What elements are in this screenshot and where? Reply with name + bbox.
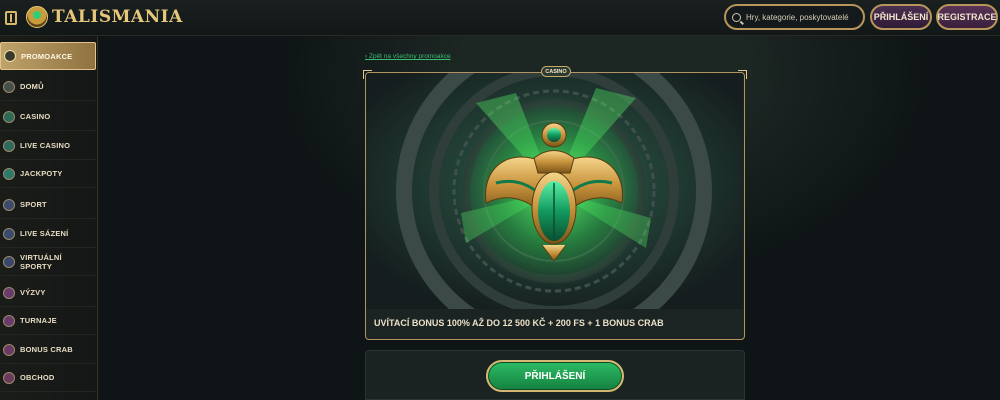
sidebar-item-turnaje[interactable]: TURNAJE — [0, 307, 96, 335]
search-box[interactable] — [724, 4, 865, 30]
top-bar: TALISMANIA PŘIHLÁŠENÍ REGISTRACE — [0, 0, 1000, 36]
promo-icon — [4, 50, 16, 62]
login-button[interactable]: PŘIHLÁŠENÍ — [870, 4, 932, 30]
sport-icon — [3, 198, 15, 211]
search-icon — [732, 12, 741, 22]
category-badge: CASINO — [541, 66, 571, 77]
challenges-icon — [3, 286, 15, 299]
casino-icon — [3, 110, 15, 123]
search-input[interactable] — [746, 12, 863, 22]
logo[interactable]: TALISMANIA — [26, 6, 183, 28]
sidebar-item-label: DOMŮ — [20, 82, 44, 91]
tournaments-icon — [3, 314, 15, 327]
sidebar-item-label: VIRTUÁLNÍ SPORTY — [20, 252, 62, 271]
logo-emblem-icon — [26, 6, 48, 28]
live-casino-icon — [3, 139, 15, 152]
sidebar: PROMOAKCE DOMŮ CASINO LIVE CASINO JACKPO… — [0, 36, 98, 400]
home-icon — [3, 80, 15, 93]
sidebar-item-label: LIVE SÁZENÍ — [20, 229, 69, 238]
menu-toggle-icon[interactable] — [5, 11, 17, 25]
register-button[interactable]: REGISTRACE — [936, 4, 998, 30]
card-corner-decoration — [363, 70, 372, 79]
sidebar-item-bonus-crab[interactable]: BONUS CRAB — [0, 336, 96, 364]
sidebar-item-sport[interactable]: SPORT — [0, 191, 96, 219]
sidebar-item-label: JACKPOTY — [20, 169, 63, 178]
sidebar-item-label: PROMOAKCE — [21, 51, 73, 61]
promo-image — [366, 73, 743, 309]
back-to-promotions-link[interactable]: ‹ Zpět na všechny promoakce — [365, 53, 451, 60]
sidebar-item-live-casino[interactable]: LIVE CASINO — [0, 132, 96, 160]
bonus-crab-icon — [3, 343, 15, 356]
sidebar-item-live-sazeni[interactable]: LIVE SÁZENÍ — [0, 220, 96, 248]
shop-icon — [3, 371, 15, 384]
sidebar-item-label: LIVE CASINO — [20, 141, 71, 150]
sidebar-item-label: VÝZVY — [20, 288, 46, 297]
sidebar-item-promoakce[interactable]: PROMOAKCE — [0, 42, 96, 70]
logo-text: TALISMANIA — [52, 7, 183, 27]
sidebar-item-label: CASINO — [20, 112, 51, 121]
live-betting-icon — [3, 227, 15, 240]
sidebar-item-casino[interactable]: CASINO — [0, 103, 96, 131]
promo-title: UVÍTACÍ BONUS 100% AŽ DO 12 500 KČ + 200… — [374, 318, 664, 328]
sidebar-item-label: BONUS CRAB — [20, 345, 73, 354]
sidebar-item-label: OBCHOD — [20, 373, 55, 382]
sidebar-item-label: SPORT — [20, 200, 47, 209]
card-corner-decoration — [738, 70, 747, 79]
sidebar-item-virtualni-sporty[interactable]: VIRTUÁLNÍ SPORTY — [0, 248, 96, 276]
virtual-sports-icon — [3, 255, 15, 268]
sidebar-item-jackpoty[interactable]: JACKPOTY — [0, 160, 96, 188]
sidebar-item-domu[interactable]: DOMŮ — [0, 73, 96, 101]
sidebar-item-vyzvy[interactable]: VÝZVY — [0, 279, 96, 307]
jackpot-icon — [3, 167, 15, 180]
login-cta-button[interactable]: PŘIHLÁŠENÍ — [486, 360, 624, 392]
promo-card[interactable]: UVÍTACÍ BONUS 100% AŽ DO 12 500 KČ + 200… — [365, 72, 745, 340]
sidebar-item-obchod[interactable]: OBCHOD — [0, 364, 96, 392]
sidebar-item-label: TURNAJE — [20, 316, 57, 325]
